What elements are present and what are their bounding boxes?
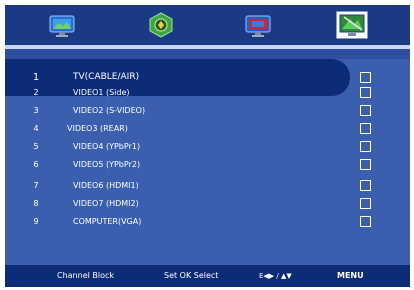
list-item[interactable]: 8 VIDEO7 (HDMI2): [5, 196, 410, 212]
item-number: 9: [33, 217, 39, 226]
list-item[interactable]: 5 VIDEO4 (YPbPr1): [5, 139, 410, 155]
item-number: 5: [33, 142, 39, 151]
set-select-hint: Set OK Select: [164, 271, 219, 280]
block-checkbox[interactable]: [360, 123, 371, 134]
tv-channel-icon: [245, 15, 271, 37]
block-checkbox[interactable]: [360, 72, 371, 83]
item-number: 4: [33, 124, 39, 133]
tab-picture[interactable]: [45, 10, 79, 40]
block-checkbox[interactable]: [360, 159, 371, 170]
block-checkbox[interactable]: [360, 216, 371, 227]
item-label: VIDEO2 (S-VIDEO): [73, 106, 146, 115]
block-checkbox[interactable]: [360, 87, 371, 98]
help-bar: Channel Block Set OK Select E◀▶ / ▲▼ MEN…: [5, 265, 410, 287]
settings-screen-icon: [336, 11, 368, 39]
navigation-hint: E◀▶ / ▲▼: [259, 272, 292, 280]
list-item[interactable]: 2 VIDEO1 (Side): [5, 85, 410, 101]
list-item[interactable]: 3 VIDEO2 (S-VIDEO): [5, 103, 410, 119]
block-checkbox[interactable]: [360, 141, 371, 152]
osd-menu: 1 TV(CABLE/AIR) 2 VIDEO1 (Side) 3 VIDEO2…: [5, 5, 410, 287]
item-number: 7: [33, 181, 39, 190]
tab-audio[interactable]: [144, 10, 178, 40]
tab-setup[interactable]: [335, 10, 369, 40]
block-checkbox[interactable]: [360, 198, 371, 209]
menu-tab-bar: [5, 5, 410, 45]
item-number: 3: [33, 106, 39, 115]
audio-gear-icon: [149, 12, 173, 38]
block-checkbox[interactable]: [360, 180, 371, 191]
list-item[interactable]: 9 COMPUTER(VGA): [5, 214, 410, 230]
tv-picture-icon: [49, 15, 75, 37]
item-label: VIDEO4 (YPbPr1): [73, 142, 141, 151]
list-item[interactable]: 4 VIDEO3 (REAR): [5, 121, 410, 137]
item-number: 6: [33, 160, 39, 169]
item-number: 2: [33, 88, 39, 97]
list-item[interactable]: 6 VIDEO5 (YPbPr2): [5, 157, 410, 173]
item-label: VIDEO1 (Side): [73, 88, 130, 97]
item-label: COMPUTER(VGA): [73, 217, 142, 226]
channel-block-hint: Channel Block: [57, 271, 115, 280]
tab-channel[interactable]: [241, 10, 275, 40]
item-label: VIDEO5 (YPbPr2): [73, 160, 141, 169]
list-item[interactable]: 7 VIDEO6 (HDMI1): [5, 178, 410, 194]
item-label: VIDEO7 (HDMI2): [73, 199, 139, 208]
block-checkbox[interactable]: [360, 105, 371, 116]
menu-hint: MENU: [337, 271, 364, 280]
item-label: VIDEO3 (REAR): [67, 124, 128, 133]
item-label: VIDEO6 (HDMI1): [73, 181, 139, 190]
menu-divider-dark: [5, 49, 410, 59]
item-number: 8: [33, 199, 39, 208]
